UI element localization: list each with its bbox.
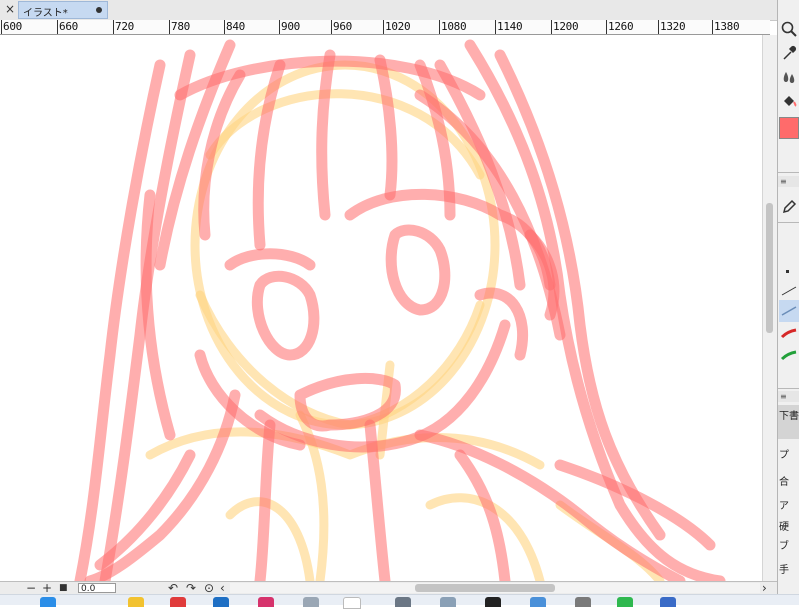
ruler-label: 720 [113,20,134,34]
fill-tool-button[interactable] [779,90,799,112]
property-label: 合 [779,477,789,488]
ruler-label: 1080 [438,20,467,34]
property-label: ブ [779,541,789,552]
taskbar-app-icon[interactable] [575,597,591,607]
rotate-right-button[interactable]: ↷ [186,581,196,595]
eyedropper-tool-button[interactable] [779,42,799,64]
subtool-green-brush[interactable] [779,344,799,366]
subtool-pencil[interactable] [779,280,799,302]
pen-tool-button[interactable] [779,196,799,218]
sketch-artwork [74,39,726,581]
zoom-icon [781,21,797,37]
subtool-selected[interactable] [779,300,799,322]
ruler-label: 1380 [711,20,740,34]
rotate-left-button[interactable]: ↶ [168,581,178,595]
ruler-label: 1320 [657,20,686,34]
red-linework [74,39,726,581]
drawing-canvas[interactable] [0,35,770,581]
zoom-field[interactable]: 0.0 [78,583,116,594]
canvas-status-bar: − + ■ 0.0 ↶ ↷ ⊙ ‹ › [0,581,777,595]
taskbar-app-icon[interactable] [617,597,633,607]
tab-title: イラスト* [23,8,68,19]
brush-dot-icon [786,270,789,273]
blend-tool-button[interactable] [779,66,799,88]
taskbar-app-icon[interactable] [258,597,274,607]
taskbar-app-icon[interactable] [485,597,501,607]
blend-icon [783,72,795,83]
ruler-label: 1140 [494,20,523,34]
taskbar-app-icon[interactable] [40,597,56,607]
subtool-detail-title: 下書 [779,411,799,422]
panel-divider [778,222,799,223]
ruler-label: 600 [1,20,22,34]
tool-panel: ≡ ≡ 下書 プ 合 ア 硬 ブ 手 [777,0,799,594]
zoom-tool-button[interactable] [779,18,799,40]
ruler-label: 1200 [550,20,579,34]
green-brush-icon [780,350,797,361]
horizontal-ruler: 600 660 720 780 840 900 960 1020 1080 11… [0,20,770,35]
taskbar-app-icon[interactable] [128,597,144,607]
fit-view-button[interactable]: ■ [59,581,68,595]
vertical-scroll-thumb[interactable] [766,203,773,333]
os-taskbar [0,594,799,609]
taskbar-app-icon[interactable] [530,597,546,607]
ruler-label: 660 [57,20,78,34]
property-label: 硬 [779,522,789,533]
taskbar-app-icon[interactable] [343,597,361,609]
taskbar-app-icon[interactable] [170,597,186,607]
eyedropper-icon [783,46,796,60]
fill-bucket-icon [784,96,797,107]
panel-menu-icon[interactable]: ≡ [778,391,799,402]
close-tab-icon[interactable]: × [3,2,17,16]
zoom-in-button[interactable]: + [42,581,52,595]
taskbar-app-icon[interactable] [440,597,456,607]
zoom-out-button[interactable]: − [26,581,36,595]
vertical-scrollbar[interactable] [762,35,777,581]
panel-divider [778,172,799,173]
tab-illustration[interactable]: イラスト* [18,1,108,19]
ruler-label: 900 [279,20,300,34]
horizontal-scrollbar[interactable] [230,583,760,593]
ruler-label: 1260 [605,20,634,34]
scroll-left-icon[interactable]: ‹ [220,581,225,595]
panel-divider [778,388,799,389]
panel-menu-icon[interactable]: ≡ [778,176,799,187]
main-color-swatch[interactable] [779,117,799,139]
subtool-detail-header: 下書 [778,405,799,439]
ruler-label: 960 [331,20,352,34]
unsaved-indicator-icon [96,7,102,13]
taskbar-app-icon[interactable] [660,597,676,607]
taskbar-app-icon[interactable] [395,597,411,607]
red-brush-icon [780,328,797,339]
ruler-label: 840 [224,20,245,34]
reset-rotation-button[interactable]: ⊙ [204,581,214,595]
horizontal-scroll-thumb[interactable] [415,584,555,592]
subtool-red-brush[interactable] [779,322,799,344]
ruler-label: 780 [169,20,190,34]
property-label: プ [779,450,789,461]
property-label: ア [779,501,789,512]
ruler-label: 1020 [382,20,411,34]
brush-stroke-icon [781,306,797,316]
pen-icon [782,199,797,214]
property-label: 手 [779,565,789,576]
scroll-right-icon[interactable]: › [762,581,767,595]
document-tab-bar: × イラスト* [0,0,777,21]
taskbar-app-icon[interactable] [213,597,229,607]
pencil-stroke-icon [781,286,797,296]
taskbar-app-icon[interactable] [303,597,319,607]
